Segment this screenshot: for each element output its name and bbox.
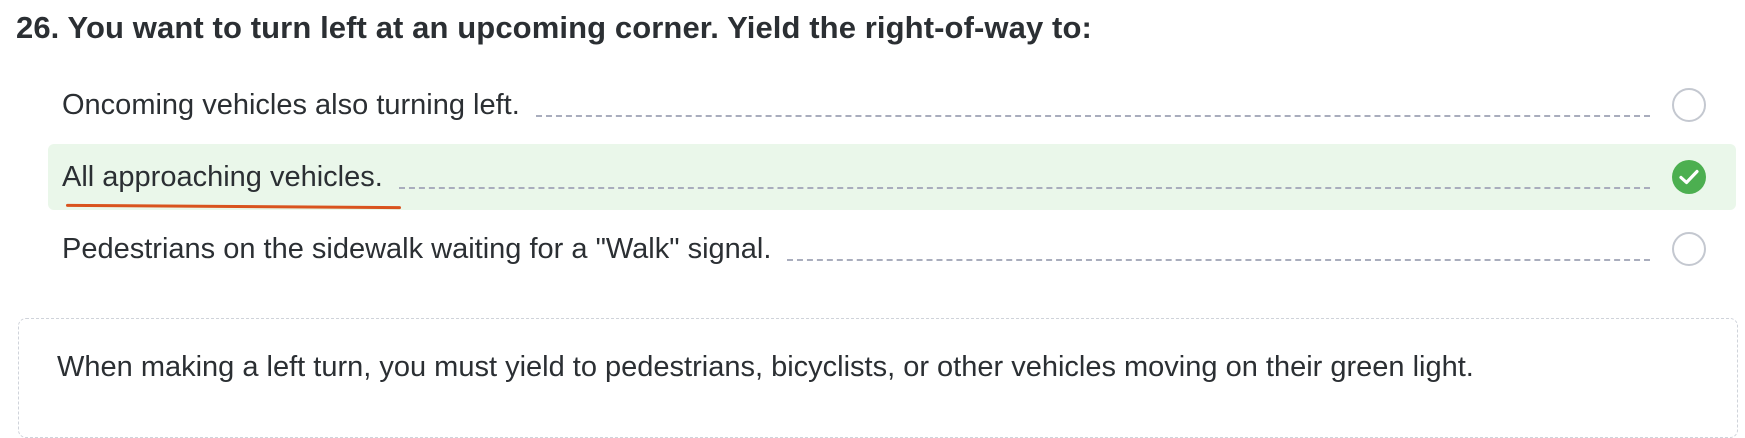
radio-empty-icon[interactable]	[1672, 232, 1706, 266]
dashed-leader	[787, 259, 1650, 261]
answer-option-label-text: All approaching vehicles.	[62, 160, 383, 193]
answer-option-2[interactable]: All approaching vehicles.	[48, 144, 1736, 210]
radio-empty-icon[interactable]	[1672, 88, 1706, 122]
dashed-leader	[398, 187, 1650, 189]
answer-option-3[interactable]: Pedestrians on the sidewalk waiting for …	[48, 216, 1736, 282]
answer-options: Oncoming vehicles also turning left. All…	[48, 72, 1736, 288]
explanation-text: When making a left turn, you must yield …	[57, 351, 1474, 383]
checkmark-icon	[1679, 169, 1699, 185]
check-circle-icon[interactable]	[1672, 160, 1706, 194]
explanation-box: When making a left turn, you must yield …	[18, 318, 1738, 438]
highlight-underline	[65, 203, 401, 209]
question-title: 26. You want to turn left at an upcoming…	[16, 10, 1092, 45]
answer-option-label: All approaching vehicles.	[48, 160, 401, 209]
answer-option-1[interactable]: Oncoming vehicles also turning left.	[48, 72, 1736, 138]
answer-option-label: Pedestrians on the sidewalk waiting for …	[62, 232, 772, 265]
dashed-leader	[535, 115, 1650, 117]
answer-option-label: Oncoming vehicles also turning left.	[62, 88, 520, 121]
